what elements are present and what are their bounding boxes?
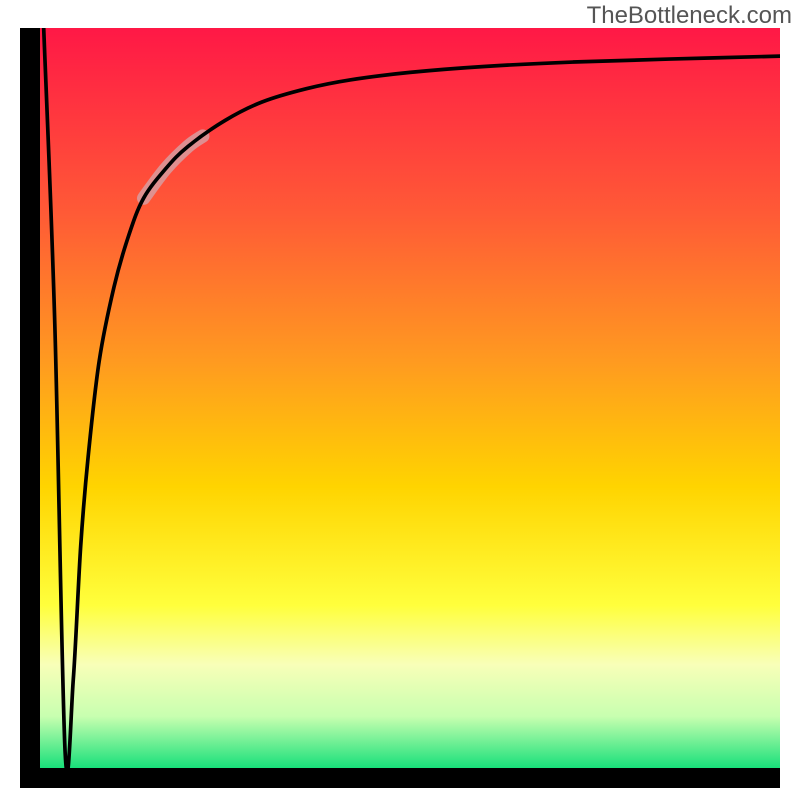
highlight-segment bbox=[144, 136, 203, 198]
watermark-text: TheBottleneck.com bbox=[587, 2, 792, 30]
bottleneck-chart-figure: TheBottleneck.com bbox=[0, 0, 800, 800]
bottleneck-curve bbox=[44, 28, 780, 768]
plot-area bbox=[40, 28, 780, 768]
curve-layer bbox=[40, 28, 780, 768]
plot-outer-frame bbox=[20, 28, 780, 788]
